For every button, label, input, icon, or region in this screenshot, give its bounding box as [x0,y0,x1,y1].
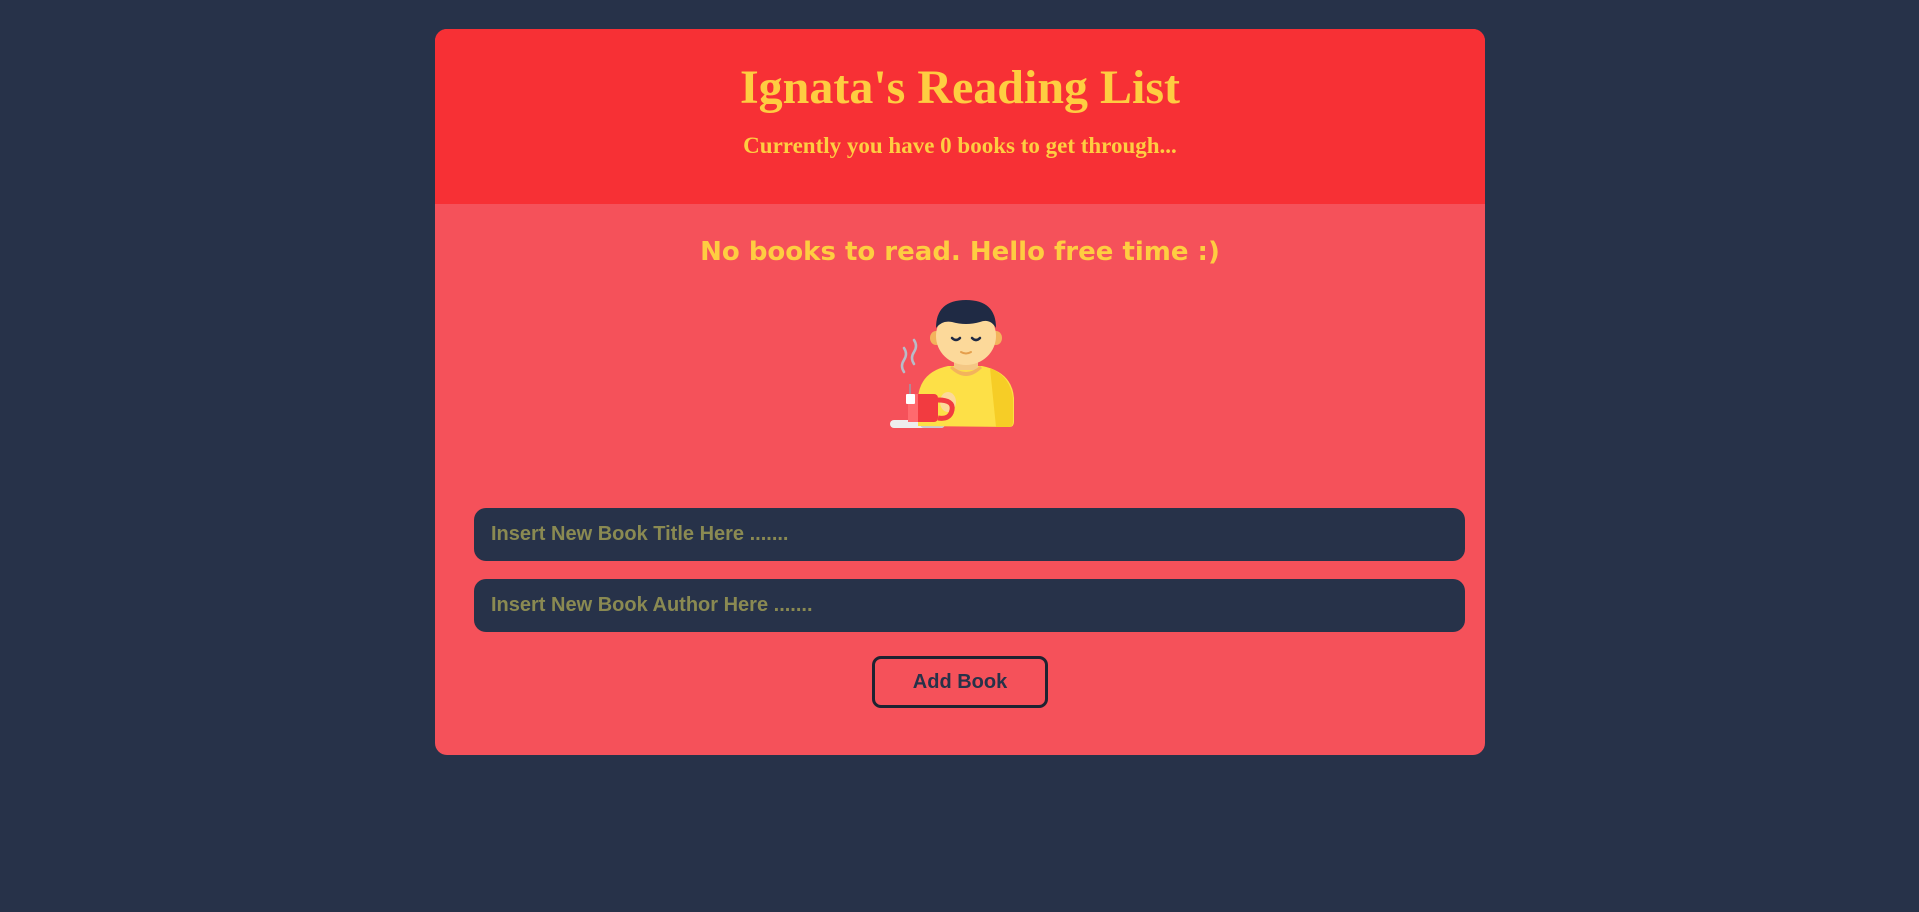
page-title: Ignata's Reading List [739,61,1181,114]
book-author-field[interactable] [474,579,1465,632]
empty-list-message: No books to read. Hello free time :) [700,237,1220,267]
book-list-area: No books to read. Hello free time :) Ins… [435,204,1485,708]
header: Ignata's Reading List Currently you have… [435,29,1485,204]
book-title-field[interactable] [474,508,1465,561]
book-author-input[interactable] [489,593,1450,618]
add-book-button[interactable]: Add Book [872,656,1048,708]
person-with-coffee-icon [890,300,1014,428]
book-count-subtitle: Currently you have 0 books to get throug… [743,133,1177,158]
reading-list-card: Ignata's Reading List Currently you have… [435,29,1485,755]
book-title-input[interactable] [489,522,1450,547]
